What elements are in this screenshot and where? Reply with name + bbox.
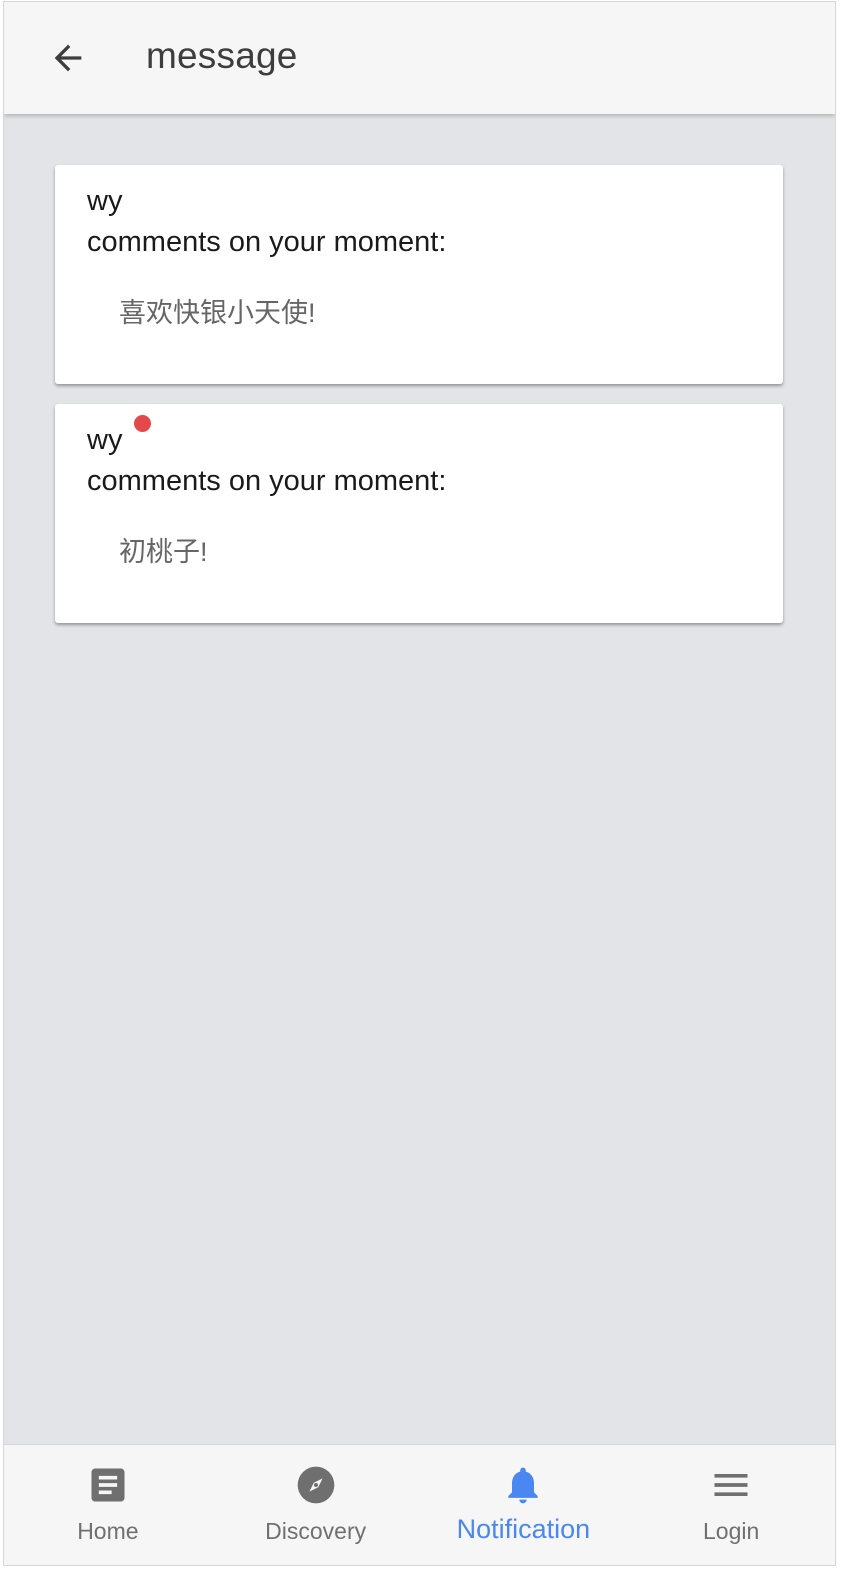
menu-icon — [709, 1463, 753, 1507]
commenter-name[interactable]: wy — [87, 185, 122, 218]
compass-icon — [294, 1463, 338, 1507]
back-button[interactable] — [34, 26, 102, 90]
article-icon — [86, 1463, 130, 1507]
app-bar: message — [4, 2, 835, 114]
bottom-navigation: Home Discovery Notification Login — [4, 1444, 835, 1565]
nav-login-label: Login — [702, 1518, 760, 1544]
nav-home-label: Home — [77, 1518, 139, 1544]
nav-discovery-label: Discovery — [265, 1518, 367, 1544]
nav-notification[interactable]: Notification — [420, 1445, 628, 1565]
notification-action: comments on your moment: — [87, 226, 447, 258]
nav-discovery[interactable]: Discovery — [212, 1445, 420, 1565]
notification-card[interactable]: wy comments on your moment: 喜欢快银小天使! — [55, 165, 783, 384]
app-frame: message wy comments on your moment: 喜欢快银… — [3, 1, 836, 1566]
page-title: message — [146, 35, 298, 76]
unread-indicator — [134, 415, 151, 432]
nav-login[interactable]: Login — [627, 1445, 835, 1565]
comment-text: 喜欢快银小天使! — [119, 298, 316, 328]
nav-notification-label: Notification — [456, 1514, 591, 1544]
arrow-left-icon — [54, 44, 82, 72]
notification-list: wy comments on your moment: 喜欢快银小天使! wy … — [4, 114, 835, 1444]
comment-text: 初桃子! — [119, 537, 208, 567]
nav-home[interactable]: Home — [4, 1445, 212, 1565]
notification-card[interactable]: wy comments on your moment: 初桃子! — [55, 404, 783, 623]
commenter-name[interactable]: wy — [87, 424, 122, 457]
bell-icon — [501, 1463, 545, 1507]
notification-action: comments on your moment: — [87, 465, 447, 497]
